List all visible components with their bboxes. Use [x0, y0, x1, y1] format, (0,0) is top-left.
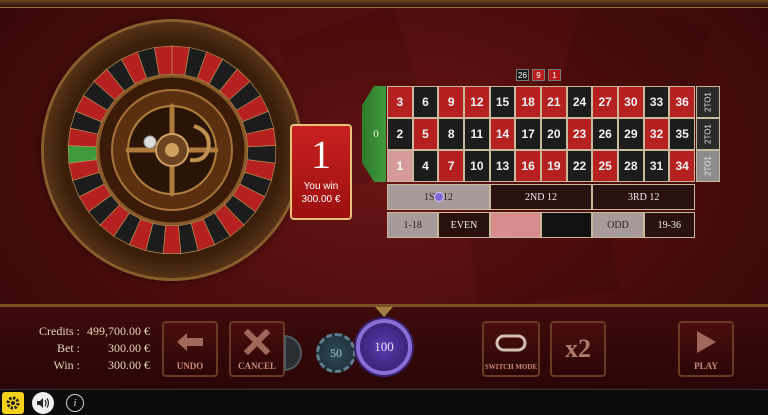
bet-number-cell[interactable]: 7	[439, 151, 463, 181]
win-value: 300.00 €	[108, 358, 150, 372]
bet-1-18[interactable]: 1-18	[388, 213, 438, 237]
bet-red[interactable]	[490, 213, 540, 237]
bet-number-cell[interactable]: 1	[388, 151, 412, 181]
bet-number-cell[interactable]: 16	[516, 151, 540, 181]
bet-number-cell[interactable]: 11	[464, 119, 489, 149]
column-bets: 2TO1 2TO1 2TO1	[696, 86, 720, 182]
bet-zero[interactable]: 0	[362, 86, 386, 182]
bet-number-cell[interactable]: 9	[439, 87, 463, 117]
settings-button[interactable]	[2, 392, 24, 414]
history-item: 9	[532, 69, 545, 81]
undo-label: UNDO	[176, 361, 204, 371]
control-panel: Credits : 499,700.00 € Bet : 300.00 € Wi…	[0, 304, 768, 388]
bet-number-cell[interactable]: 33	[644, 87, 669, 117]
chip-100-selected[interactable]: 100	[356, 319, 412, 375]
top-ornament-border	[0, 0, 768, 8]
bet-column-middle[interactable]: 2TO1	[697, 119, 719, 149]
play-icon	[680, 323, 732, 361]
number-grid: 3 6 9 12 15 18 21 24 27 30 33 36 2 5 8 11 14 17 20 23 26 29 32…	[387, 86, 695, 182]
bet-number-cell[interactable]: 13	[490, 151, 515, 181]
bet-value: 300.00 €	[108, 341, 150, 355]
betting-table: 0 3 6 9 12 15 18 21 24 27 30 33 36 2 5 8 11 14 17 20 23 26 29…	[360, 84, 722, 242]
chip-partial[interactable]	[284, 335, 302, 371]
bet-number-cell[interactable]: 21	[541, 87, 566, 117]
bet-number-cell[interactable]: 27	[593, 87, 617, 117]
bet-number-cell[interactable]: 19	[541, 151, 566, 181]
undo-button[interactable]: UNDO	[162, 321, 218, 377]
bet-number-cell[interactable]: 10	[464, 151, 489, 181]
bet-number-cell[interactable]: 25	[593, 151, 617, 181]
cancel-label: CANCEL	[237, 361, 276, 371]
win-amount: 300.00 €	[301, 194, 341, 205]
bet-number-cell[interactable]: 23	[567, 119, 592, 149]
cancel-button[interactable]: CANCEL	[229, 321, 285, 377]
close-icon	[231, 323, 283, 361]
wheel-pocket	[162, 225, 182, 254]
bet-number-cell[interactable]: 30	[618, 87, 643, 117]
bet-number-cell[interactable]: 22	[567, 151, 592, 181]
double-bet-label: x2	[565, 334, 591, 363]
bet-number-cell[interactable]: 32	[644, 119, 669, 149]
play-button[interactable]: PLAY	[678, 321, 734, 377]
arrow-left-icon	[164, 323, 216, 361]
roulette-wheel-graphic	[67, 45, 277, 254]
bet-number-cell[interactable]: 14	[490, 119, 515, 149]
bet-label: Bet :	[57, 341, 80, 355]
bet-number-cell[interactable]: 17	[516, 119, 540, 149]
bet-black[interactable]	[541, 213, 592, 237]
bet-number-cell[interactable]: 31	[644, 151, 669, 181]
history-item: 26	[516, 69, 529, 81]
bet-number-cell[interactable]: 29	[618, 119, 643, 149]
credits-label: Credits :	[39, 324, 80, 338]
bet-odd[interactable]: ODD	[593, 213, 643, 237]
winning-number: 1	[311, 132, 331, 177]
stats-block: Credits : 499,700.00 € Bet : 300.00 € Wi…	[20, 323, 150, 374]
bet-number-cell[interactable]: 5	[413, 119, 438, 149]
bet-second-dozen[interactable]: 2ND 12	[490, 185, 592, 209]
bet-even[interactable]: EVEN	[439, 213, 489, 237]
outside-bets: 1-18 EVEN ODD 19-36	[387, 212, 695, 238]
bet-number-cell[interactable]: 34	[670, 151, 694, 181]
speaker-icon	[37, 398, 50, 408]
gear-icon	[6, 396, 20, 410]
sound-button[interactable]	[32, 392, 54, 414]
bet-third-dozen[interactable]: 3RD 12	[593, 185, 694, 209]
win-label: Win :	[53, 358, 80, 372]
bet-number-cell[interactable]: 3	[388, 87, 412, 117]
chip-selector-pointer	[375, 307, 393, 317]
roulette-wheel	[44, 22, 300, 278]
play-label: PLAY	[694, 361, 718, 371]
history-item: 1	[548, 69, 561, 81]
bet-19-36[interactable]: 19-36	[644, 213, 694, 237]
bet-number-cell[interactable]: 6	[413, 87, 438, 117]
bet-number-cell[interactable]: 24	[567, 87, 592, 117]
dozen-bets: 1ST 12 2ND 12 3RD 12	[387, 184, 695, 210]
win-message: You win	[303, 181, 339, 192]
bet-first-dozen[interactable]: 1ST 12	[388, 185, 489, 209]
bet-column-bottom[interactable]: 2TO1	[697, 151, 719, 181]
bet-number-cell[interactable]: 28	[618, 151, 643, 181]
bet-column-top[interactable]: 2TO1	[697, 87, 719, 117]
credits-value: 499,700.00 €	[87, 324, 150, 338]
result-history: 26 9 1	[516, 69, 561, 81]
bottom-toolbar: i	[0, 389, 768, 415]
bet-number-cell[interactable]: 35	[670, 119, 694, 149]
info-button[interactable]: i	[66, 394, 84, 412]
double-bet-button[interactable]: x2	[550, 321, 606, 377]
chip-50[interactable]: 50	[316, 333, 356, 373]
bet-number-cell[interactable]: 15	[490, 87, 515, 117]
bet-number-cell[interactable]: 8	[439, 119, 463, 149]
bet-number-cell[interactable]: 4	[413, 151, 438, 181]
switch-mode-icon	[484, 323, 538, 363]
switch-mode-label: SWITCH MODE	[484, 363, 538, 371]
bet-number-cell[interactable]: 26	[593, 119, 617, 149]
bet-number-cell[interactable]: 20	[541, 119, 566, 149]
bet-number-cell[interactable]: 12	[464, 87, 489, 117]
bet-number-cell[interactable]: 18	[516, 87, 540, 117]
win-result-box: 1 You win 300.00 €	[290, 124, 352, 220]
bet-number-cell[interactable]: 36	[670, 87, 694, 117]
switch-mode-button[interactable]: SWITCH MODE	[482, 321, 540, 377]
bet-number-cell[interactable]: 2	[388, 119, 412, 149]
